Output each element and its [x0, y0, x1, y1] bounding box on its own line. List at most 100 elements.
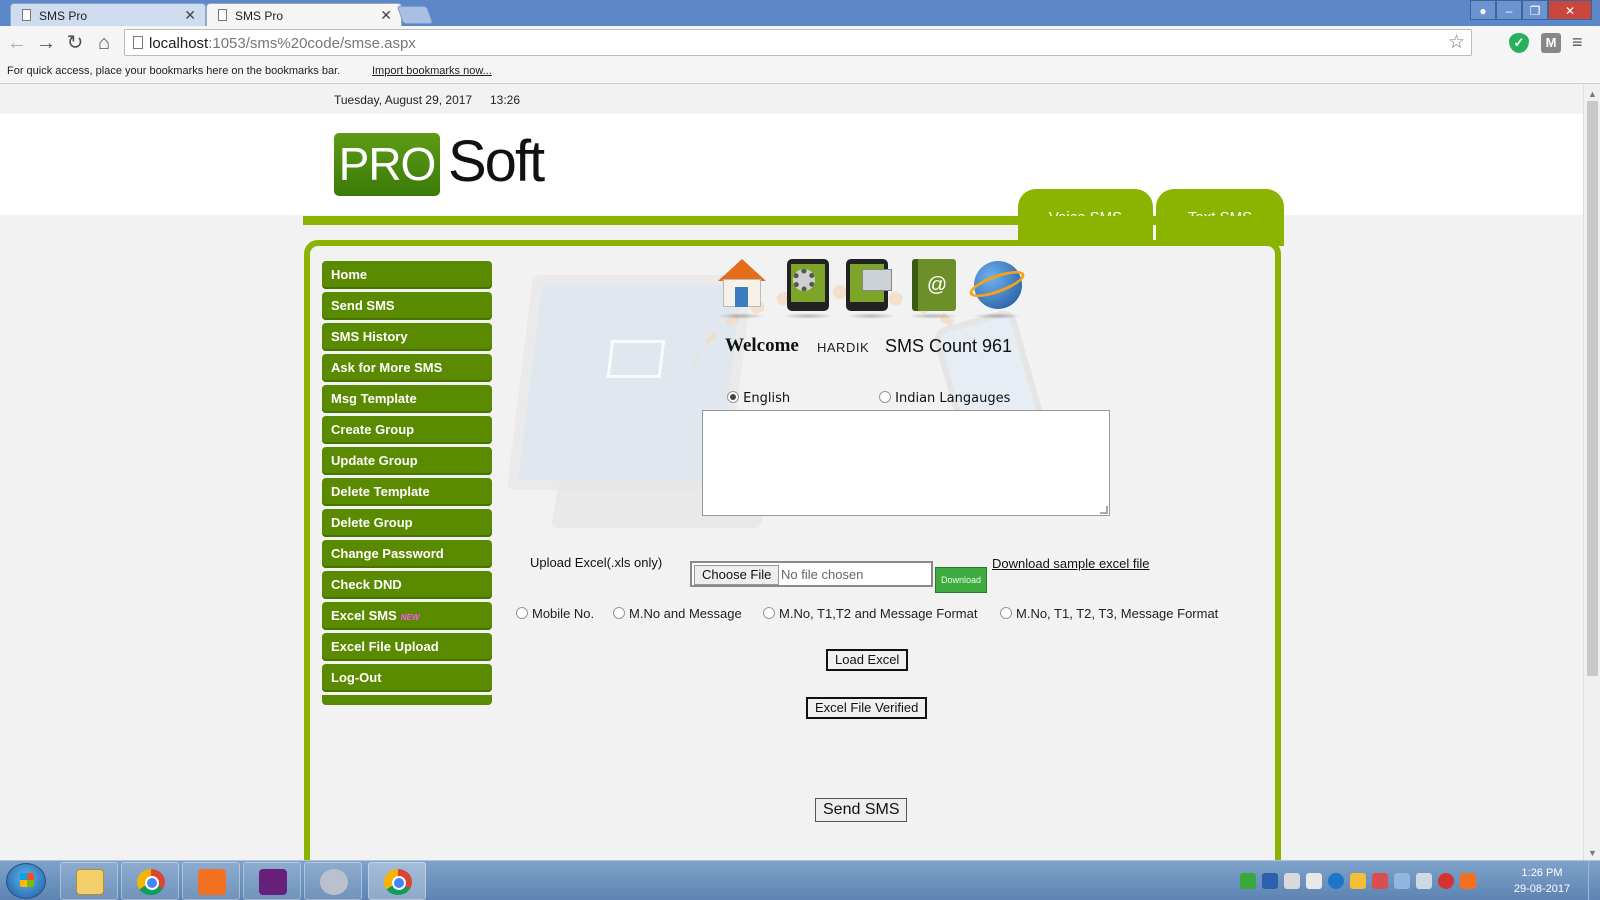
system-tray	[1240, 873, 1476, 889]
address-bar[interactable]: localhost:1053/sms%20code/smse.aspx ☆	[124, 29, 1472, 56]
tray-qt-icon[interactable]	[1240, 873, 1256, 889]
reload-icon[interactable]: ↻	[63, 31, 87, 55]
sidebar-item-excel-sms[interactable]: Excel SMS NEW	[322, 602, 492, 630]
tab-close-icon[interactable]: ✕	[380, 7, 392, 24]
bookmark-star-icon[interactable]: ☆	[1448, 31, 1465, 54]
sidebar-item-update-group[interactable]: Update Group	[322, 447, 492, 475]
clock-date: 29-08-2017	[1513, 883, 1571, 895]
excel-file-verified-button[interactable]: Excel File Verified	[806, 697, 928, 719]
sidebar-item-sms-history[interactable]: SMS History	[322, 323, 492, 351]
scroll-up-arrow-icon[interactable]: ▲	[1588, 89, 1597, 99]
sidebar-item-msg-template[interactable]: Msg Template	[322, 385, 492, 413]
browser-tab-1[interactable]: SMS Pro ✕	[10, 3, 206, 26]
settings-phone-icon[interactable]	[783, 257, 835, 319]
taskbar-visual-studio-icon[interactable]	[243, 862, 301, 900]
format-t1-t2[interactable]: M.No, T1,T2 and Message Format	[763, 606, 977, 621]
sidebar-item-change-password[interactable]: Change Password	[322, 540, 492, 568]
page-scrollbar[interactable]: ▲ ▼	[1583, 85, 1600, 860]
sidebar-item-delete-group[interactable]: Delete Group	[322, 509, 492, 537]
format-t1-t2-t3[interactable]: M.No, T1, T2, T3, Message Format	[1000, 606, 1218, 621]
tray-signal-icon[interactable]	[1416, 873, 1432, 889]
home-icon[interactable]: ⌂	[92, 31, 116, 55]
taskbar-clock[interactable]: 1:26 PM 29-08-2017	[1502, 865, 1582, 897]
sidebar-footer	[322, 695, 492, 705]
taskbar-explorer-icon[interactable]	[60, 862, 118, 900]
radio-indian[interactable]	[879, 391, 891, 403]
choose-file-button[interactable]: Choose File	[694, 565, 780, 585]
message-phone-icon[interactable]	[846, 257, 898, 319]
resize-grip-icon[interactable]	[1100, 506, 1108, 514]
page-icon	[218, 9, 227, 21]
new-badge: NEW	[400, 613, 420, 622]
address-book-icon[interactable]: @	[908, 257, 960, 319]
file-input[interactable]: Choose File No file chosen	[690, 561, 933, 587]
sidebar-item-ask-more-sms[interactable]: Ask for More SMS	[322, 354, 492, 382]
page-icon	[133, 36, 143, 49]
language-english-option[interactable]: English	[727, 391, 790, 406]
m-extension-icon[interactable]: M	[1541, 33, 1561, 53]
browser-tab-2[interactable]: SMS Pro ✕	[206, 3, 402, 26]
format-mobile-no[interactable]: Mobile No.	[516, 606, 594, 621]
shield-extension-icon[interactable]: ✓	[1509, 33, 1529, 53]
tray-chart-icon[interactable]	[1350, 873, 1366, 889]
tray-teamviewer-icon[interactable]	[1328, 873, 1344, 889]
current-date: Tuesday, August 29, 2017	[334, 93, 473, 107]
browser-toolbar: ← → ↻ ⌂ localhost:1053/sms%20code/smse.a…	[0, 26, 1600, 60]
home-icon[interactable]	[716, 257, 768, 319]
tray-volume-icon[interactable]	[1306, 873, 1322, 889]
message-textarea[interactable]	[702, 410, 1110, 516]
sidebar-item-check-dnd[interactable]: Check DND	[322, 571, 492, 599]
site-header: PRO Soft Voice SMS Text SMS	[0, 114, 1583, 246]
tab-close-icon[interactable]: ✕	[184, 7, 196, 24]
download-button[interactable]: Download	[935, 567, 987, 593]
sms-count: SMS Count 961	[885, 336, 1013, 356]
import-bookmarks-link[interactable]: Import bookmarks now...	[372, 65, 492, 77]
forward-arrow-icon[interactable]: →	[34, 31, 58, 55]
close-window-button[interactable]: ✕	[1548, 0, 1592, 20]
page-viewport: Tuesday, August 29, 2017 13:26 PRO Soft …	[0, 85, 1583, 860]
scroll-thumb[interactable]	[1587, 101, 1598, 676]
radio-english[interactable]	[727, 391, 739, 403]
date-bar: Tuesday, August 29, 2017 13:26	[0, 85, 1583, 114]
language-indian-option[interactable]: Indian Langauges	[879, 391, 1010, 406]
hamburger-menu-icon[interactable]: ≡	[1572, 32, 1583, 53]
taskbar-chrome-icon[interactable]	[121, 862, 179, 900]
start-button[interactable]	[6, 863, 46, 899]
taskbar-chrome-active-icon[interactable]	[368, 862, 426, 900]
sidebar-item-excel-file-upload[interactable]: Excel File Upload	[322, 633, 492, 661]
page-icon	[22, 9, 31, 21]
username: HARDIK	[817, 340, 870, 355]
tray-monitor-icon[interactable]	[1262, 873, 1278, 889]
user-icon[interactable]: ●	[1470, 0, 1496, 20]
sidebar-item-home[interactable]: Home	[322, 261, 492, 289]
taskbar-blender-icon[interactable]	[304, 862, 362, 900]
logo-pro[interactable]: PRO	[334, 133, 440, 196]
restore-button[interactable]: ❐	[1522, 0, 1548, 20]
sidebar-item-send-sms[interactable]: Send SMS	[322, 292, 492, 320]
format-mno-message[interactable]: M.No and Message	[613, 606, 742, 621]
show-desktop-button[interactable]	[1588, 861, 1600, 900]
tray-speaker-icon[interactable]	[1284, 873, 1300, 889]
new-tab-button[interactable]	[396, 6, 434, 24]
back-arrow-icon[interactable]: ←	[5, 31, 29, 55]
internet-globe-icon[interactable]	[966, 257, 1028, 319]
tray-display-icon[interactable]	[1394, 873, 1410, 889]
taskbar-xampp-icon[interactable]	[182, 862, 240, 900]
sidebar-item-delete-template[interactable]: Delete Template	[322, 478, 492, 506]
minimize-button[interactable]: –	[1496, 0, 1522, 20]
header-divider	[303, 216, 1284, 225]
sidebar-item-log-out[interactable]: Log-Out	[322, 664, 492, 692]
sidebar-item-create-group[interactable]: Create Group	[322, 416, 492, 444]
download-sample-link[interactable]: Download sample excel file	[992, 556, 1150, 571]
windows-logo-icon	[20, 873, 34, 887]
scroll-down-arrow-icon[interactable]: ▼	[1588, 848, 1597, 858]
welcome-label: Welcome	[725, 335, 799, 356]
tray-network-error-icon[interactable]	[1372, 873, 1388, 889]
send-sms-button[interactable]: Send SMS	[815, 798, 908, 822]
load-excel-button[interactable]: Load Excel	[826, 649, 909, 671]
sidebar-nav: Home Send SMS SMS History Ask for More S…	[322, 261, 492, 705]
tray-opera-icon[interactable]	[1438, 873, 1454, 889]
tray-xampp-icon[interactable]	[1460, 873, 1476, 889]
url-text: localhost:1053/sms%20code/smse.aspx	[149, 35, 416, 52]
window-controls: ● – ❐ ✕	[1470, 0, 1592, 20]
